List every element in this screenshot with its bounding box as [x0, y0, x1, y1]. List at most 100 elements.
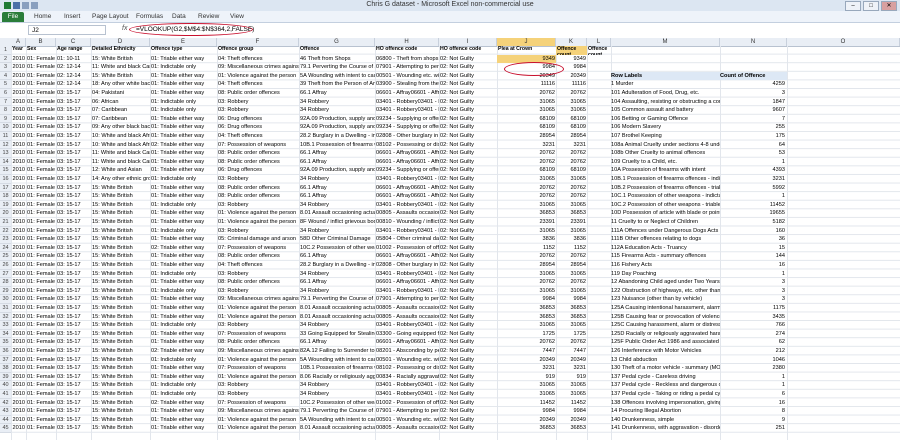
table-cell[interactable]: 2010 [11, 63, 26, 72]
pivot-row-count[interactable]: 255 [720, 123, 787, 132]
table-cell[interactable]: 01: Indictable only [150, 287, 217, 296]
table-cell[interactable]: 02808 - Other burglary in a dwelling [375, 132, 439, 141]
table-cell[interactable]: 03: 15-17 [56, 252, 91, 261]
table-cell[interactable]: 2010 [11, 166, 26, 175]
table-cell[interactable]: 00805 - Assaults occasioning actual [375, 424, 439, 433]
pivot-row-label[interactable]: 111A Offences under Dangerous Dogs Acts … [611, 227, 720, 236]
table-cell[interactable]: 01: Female [26, 364, 56, 373]
table-cell[interactable]: 02: Not Guilty [439, 227, 497, 236]
table-cell[interactable]: 919 [556, 373, 587, 382]
table-cell[interactable]: 66.1 Affray [299, 158, 375, 167]
table-cell[interactable]: 15: White British [91, 381, 150, 390]
table-cell[interactable]: 31065 [497, 381, 556, 390]
table-cell[interactable]: 34 Robbery [299, 106, 375, 115]
pivot-row-label[interactable]: 137 Pedal cycle - Reckless and dangerous… [611, 381, 720, 390]
table-cell[interactable]: 02: Not Guilty [439, 106, 497, 115]
table-cell[interactable]: 15: White British [91, 244, 150, 253]
table-cell[interactable]: 01: Violence against the person [217, 313, 299, 322]
row-header-6[interactable]: 6 [0, 89, 11, 98]
table-cell[interactable]: 34 Robbery [299, 175, 375, 184]
table-cell[interactable]: 15: White British [91, 72, 150, 81]
tab-review[interactable]: Review [198, 13, 219, 22]
row-header-42[interactable]: 42 [0, 398, 11, 408]
table-cell[interactable]: 02: Not Guilty [439, 313, 497, 322]
table-cell[interactable]: 01: Violence against the person [217, 424, 299, 433]
row-header-19[interactable]: 19 [0, 200, 11, 210]
table-cell[interactable]: 1725 [556, 330, 587, 339]
column-heading[interactable]: Offence count [587, 46, 611, 54]
table-cell[interactable]: 20762 [556, 89, 587, 98]
close-button[interactable]: ✕ [881, 1, 897, 11]
pivot-row-count[interactable]: 9 [720, 416, 787, 425]
table-cell[interactable]: 03: 15-17 [56, 106, 91, 115]
pivot-row-count[interactable]: 144 [720, 252, 787, 261]
row-header-24[interactable]: 24 [0, 243, 11, 253]
table-cell[interactable]: 03401 - Robbery03401 - Robbery [375, 98, 439, 107]
table-cell[interactable]: 01: Female [26, 416, 56, 425]
table-cell[interactable]: 20349 [556, 72, 587, 81]
table-cell[interactable]: 02: Not Guilty [439, 278, 497, 287]
table-cell[interactable]: 02: Not Guilty [439, 390, 497, 399]
row-header-13[interactable]: 13 [0, 149, 11, 158]
table-cell[interactable]: 2010 [11, 192, 26, 201]
row-header-23[interactable]: 23 [0, 235, 11, 244]
table-cell[interactable]: 2010 [11, 295, 26, 304]
table-cell[interactable]: 20762 [556, 158, 587, 167]
pivot-row-count[interactable]: 175 [720, 132, 787, 141]
table-cell[interactable]: 34 Robbery [299, 390, 375, 399]
table-cell[interactable]: 04: Theft offences [217, 261, 299, 270]
table-cell[interactable]: 02: Not Guilty [439, 218, 497, 227]
table-cell[interactable]: 20349 [497, 416, 556, 425]
row-header-11[interactable]: 11 [0, 132, 11, 141]
table-cell[interactable]: 01002 - Possession of offensive [375, 244, 439, 253]
table-cell[interactable]: 36853 [556, 424, 587, 433]
pivot-row-count[interactable]: 9607 [720, 106, 787, 115]
pivot-row-count[interactable]: 4259 [720, 80, 787, 89]
table-cell[interactable]: 01: Female [26, 63, 56, 72]
table-cell[interactable]: 3231 [497, 364, 556, 373]
pivot-row-count[interactable]: 5182 [720, 218, 787, 227]
table-cell[interactable]: 2010 [11, 347, 26, 356]
table-cell[interactable]: 2010 [11, 390, 26, 399]
column-header-l[interactable]: L [587, 38, 611, 46]
table-cell[interactable]: 2010 [11, 106, 26, 115]
table-cell[interactable]: 15: White British [91, 55, 150, 64]
table-cell[interactable]: 09: Miscellaneous crimes against society [217, 347, 299, 356]
pivot-row-count[interactable]: 8 [720, 407, 787, 416]
table-cell[interactable]: 15: White British [91, 261, 150, 270]
table-cell[interactable]: 01: Female [26, 132, 56, 141]
table-cell[interactable]: 15: White British [91, 399, 150, 408]
table-cell[interactable]: 20762 [497, 278, 556, 287]
table-cell[interactable]: 01: Triable either way [150, 72, 217, 81]
table-cell[interactable]: 10C.2 Possession of other weapons [299, 399, 375, 408]
pivot-row-count[interactable]: 766 [720, 321, 787, 330]
table-cell[interactable]: 03: 15-17 [56, 364, 91, 373]
table-cell[interactable]: 8.01 Assault occasioning actual bodily [299, 304, 375, 313]
table-cell[interactable]: 08102 - Possessing or distributing [375, 364, 439, 373]
pivot-row-label[interactable]: 101 Adulteration of Food, Drug, etc. [611, 89, 720, 98]
table-cell[interactable]: 03401 - Robbery03401 - Robbery [375, 175, 439, 184]
table-cell[interactable]: 2010 [11, 278, 26, 287]
table-cell[interactable]: 01: Female [26, 166, 56, 175]
table-cell[interactable]: 3231 [497, 141, 556, 150]
table-cell[interactable]: 31065 [556, 390, 587, 399]
table-cell[interactable]: 11: White and black Caribbean [91, 149, 150, 158]
table-cell[interactable]: 03: 15-17 [56, 424, 91, 433]
table-cell[interactable]: 15: White British [91, 295, 150, 304]
table-cell[interactable]: 10: White and black African [91, 132, 150, 141]
table-cell[interactable]: 01: Triable either way [150, 338, 217, 347]
table-cell[interactable]: 03: 15-17 [56, 321, 91, 330]
row-header-15[interactable]: 15 [0, 166, 11, 175]
table-cell[interactable]: 11: White and black Caribbean [91, 63, 150, 72]
tab-insert[interactable]: Insert [64, 13, 80, 22]
table-cell[interactable]: 02: Not Guilty [439, 141, 497, 150]
table-cell[interactable]: 00501 - Wounding etc. with intent [375, 72, 439, 81]
table-cell[interactable]: 02: Not Guilty [439, 356, 497, 365]
row-header-41[interactable]: 41 [0, 390, 11, 399]
table-cell[interactable]: 01: Triable either way [150, 89, 217, 98]
table-cell[interactable]: 01: Triable either way [150, 373, 217, 382]
tab-file[interactable]: File [2, 12, 24, 22]
table-cell[interactable]: 79.1 Perverting the Course of Justice [299, 63, 375, 72]
table-cell[interactable]: 03: 15-17 [56, 278, 91, 287]
table-cell[interactable]: 06601 - Affray06601 - Affray [375, 184, 439, 193]
